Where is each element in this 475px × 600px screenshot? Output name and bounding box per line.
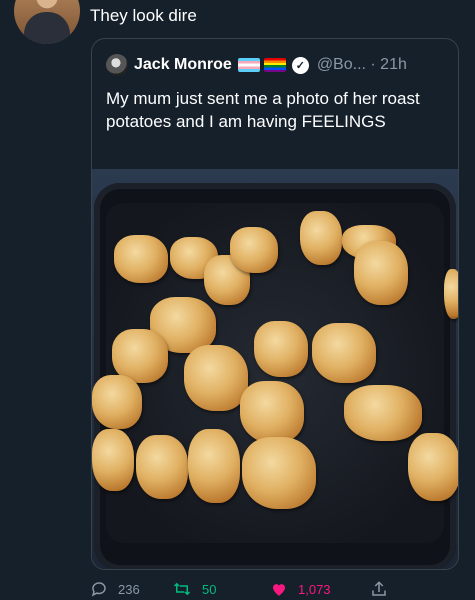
quoted-author-name[interactable]: Jack Monroe [134,56,232,74]
potato [92,429,134,491]
potato [92,375,142,429]
potato [354,241,408,305]
trans-flag-icon [237,58,260,72]
like-button[interactable]: 1,073 [270,580,370,598]
quoted-avatar[interactable] [106,54,128,76]
potato [344,385,422,441]
tweet-text: They look dire [90,6,197,25]
retweet-count: 50 [202,581,217,597]
potato [254,321,308,377]
share-icon [372,581,386,596]
potato [136,435,188,499]
avatar[interactable] [14,0,80,44]
potato [230,227,278,273]
quoted-photo[interactable] [92,169,458,569]
retweet-icon [173,582,191,596]
like-count: 1,073 [298,581,331,597]
quoted-tweet-header: Jack Monroe ✓ @Bo... · 21h [106,53,407,77]
potato [300,211,342,265]
potato [188,429,240,503]
quoted-tweet-text: My mum just sent me a photo of her roast… [106,89,420,131]
share-button[interactable] [370,580,398,598]
quoted-author-handle[interactable]: @Bo... · 21h [317,56,407,74]
potato [408,433,458,501]
potato [114,235,168,283]
potato [312,323,376,383]
reply-count: 236 [118,581,140,597]
potato [184,345,248,411]
reply-icon [91,582,106,597]
tweet-actions: 236 50 1,073 [90,578,460,600]
verified-badge-icon: ✓ [291,56,309,74]
heart-icon [273,584,285,596]
reply-button[interactable]: 236 [90,580,172,598]
rainbow-flag-icon [263,58,286,72]
retweet-button[interactable]: 50 [172,580,270,598]
potato [242,437,316,509]
potato [444,269,458,319]
potato [240,381,304,443]
quoted-tweet[interactable]: Jack Monroe ✓ @Bo... · 21h My mum just s… [91,38,459,570]
